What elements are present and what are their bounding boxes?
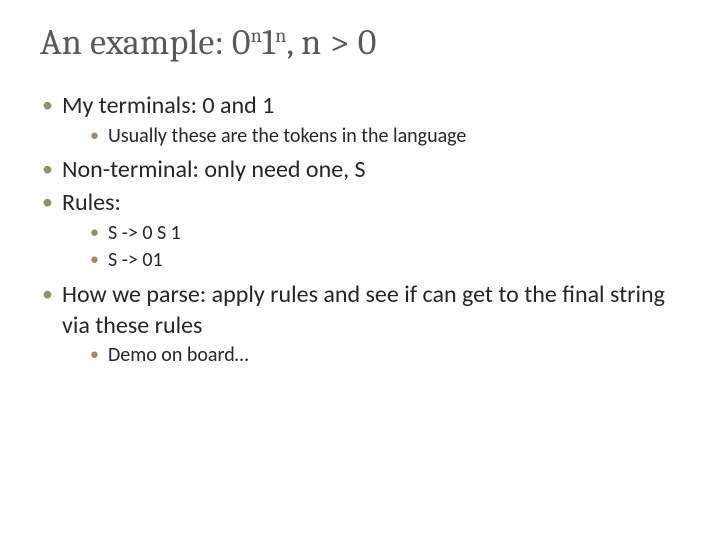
- slide: An example: 0n1n, n > 0 My terminals: 0 …: [0, 0, 720, 540]
- sub-list: S -> 0 S 1 S -> 01: [62, 221, 680, 274]
- title-prefix: An example: 0: [40, 22, 251, 63]
- bullet-nonterminal: Non-terminal: only need one, S: [40, 155, 680, 186]
- bullet-text: Rules:: [62, 188, 121, 217]
- bullet-parse: How we parse: apply rules and see if can…: [40, 280, 680, 369]
- sub-bullet-tokens: Usually these are the tokens in the lang…: [90, 124, 680, 150]
- sub-bullet-rule-1: S -> 0 S 1: [90, 221, 680, 247]
- slide-title: An example: 0n1n, n > 0: [40, 22, 680, 63]
- bullet-text: How we parse: apply rules and see if can…: [62, 280, 665, 340]
- bullet-text: Usually these are the tokens in the lang…: [108, 124, 466, 148]
- sub-list: Usually these are the tokens in the lang…: [62, 124, 680, 150]
- bullet-text: Demo on board…: [108, 343, 249, 367]
- bullet-terminals: My terminals: 0 and 1 Usually these are …: [40, 91, 680, 149]
- sub-list: Demo on board…: [62, 343, 680, 369]
- title-suffix: , n > 0: [286, 22, 376, 63]
- title-mid: 1: [262, 22, 275, 63]
- bullet-rules: Rules: S -> 0 S 1 S -> 01: [40, 188, 680, 274]
- sub-bullet-rule-2: S -> 01: [90, 248, 680, 274]
- bullet-text: S -> 01: [108, 248, 163, 272]
- sub-bullet-demo: Demo on board…: [90, 343, 680, 369]
- bullet-text: S -> 0 S 1: [108, 221, 181, 245]
- bullet-text: Non-terminal: only need one, S: [62, 155, 366, 184]
- title-sup-1: n: [251, 24, 262, 47]
- bullet-text: My terminals: 0 and 1: [62, 91, 274, 120]
- title-sup-2: n: [275, 24, 286, 47]
- bullet-list: My terminals: 0 and 1 Usually these are …: [40, 91, 680, 369]
